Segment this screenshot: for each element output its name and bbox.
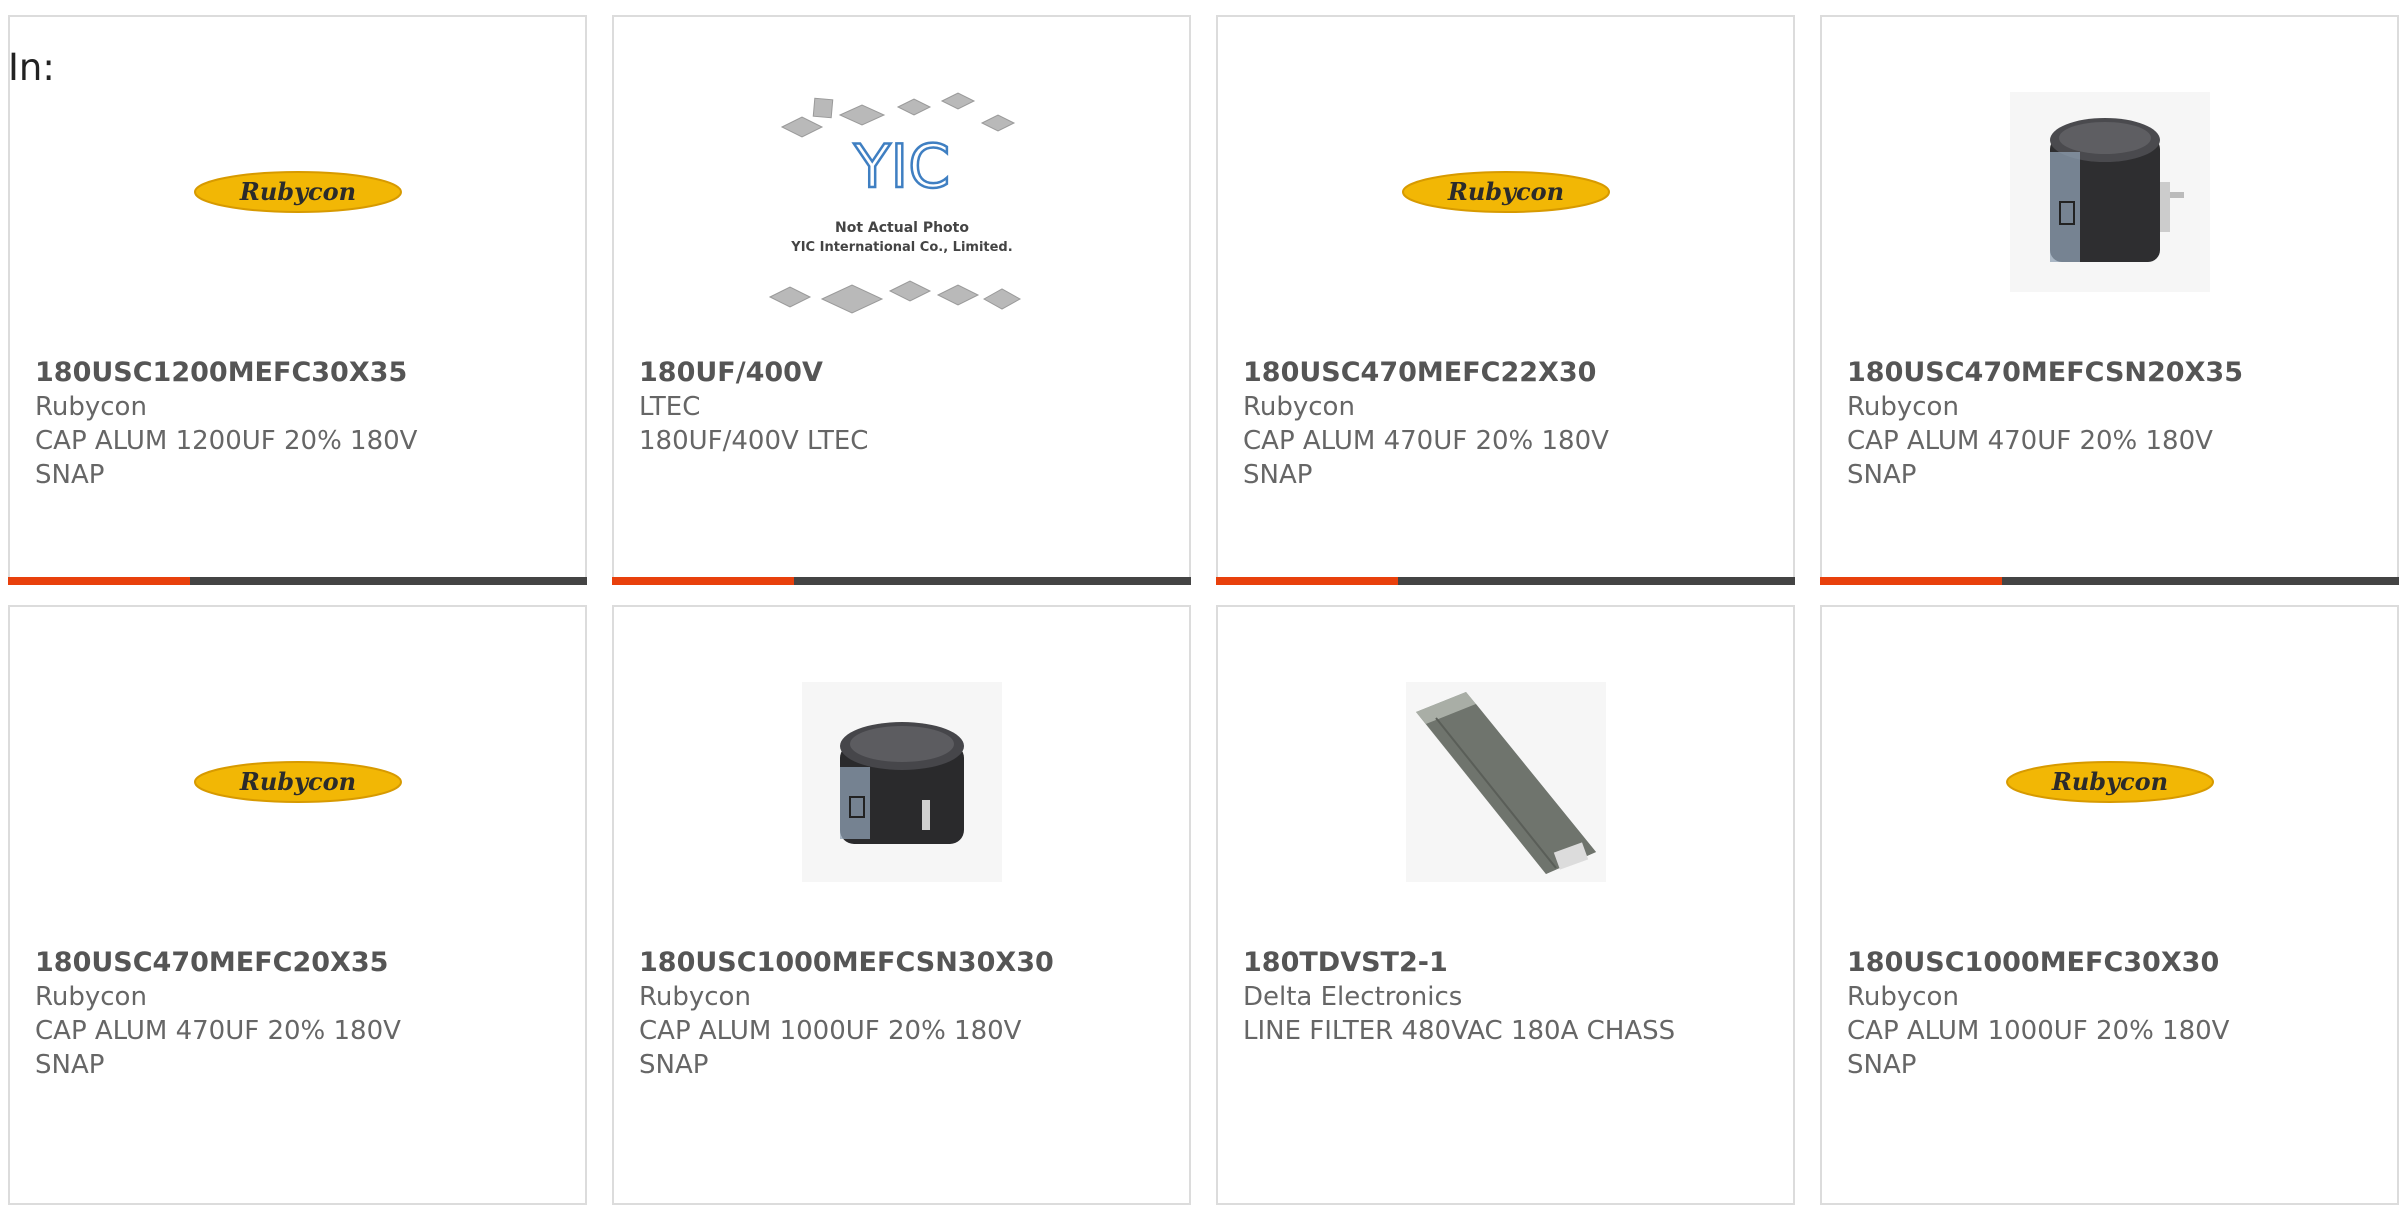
- product-image[interactable]: Rubycon: [1218, 72, 1793, 312]
- description: CAP ALUM 470UF 20% 180V SNAP: [1847, 426, 2213, 490]
- product-grid: Rubycon 180USC1200MEFC30X35 Rubycon CAP …: [0, 0, 2400, 1205]
- svg-text:Rubycon: Rubycon: [238, 177, 355, 206]
- product-image[interactable]: [614, 662, 1189, 902]
- part-number[interactable]: 180USC1000MEFC30X30: [1847, 946, 2377, 980]
- card-accent-bar: [8, 577, 587, 585]
- svg-text:Rubycon: Rubycon: [238, 767, 355, 796]
- part-number[interactable]: 180USC470MEFC20X35: [35, 946, 565, 980]
- product-image[interactable]: YIC Not Actual Photo YIC International C…: [614, 62, 1189, 362]
- description: CAP ALUM 470UF 20% 180V SNAP: [1243, 426, 1609, 490]
- product-card[interactable]: Rubycon 180USC470MEFC20X35 Rubycon CAP A…: [8, 605, 587, 1205]
- description: CAP ALUM 1200UF 20% 180V SNAP: [35, 426, 418, 490]
- part-number[interactable]: 180USC1200MEFC30X35: [35, 356, 565, 390]
- rubycon-logo: Rubycon: [1401, 171, 1610, 213]
- product-card[interactable]: Rubycon 180USC470MEFC22X30 Rubycon CAP A…: [1216, 15, 1795, 585]
- product-card[interactable]: 180TDVST2-1 Delta Electronics LINE FILTE…: [1216, 605, 1795, 1205]
- description: LINE FILTER 480VAC 180A CHASS: [1243, 1016, 1676, 1046]
- manufacturer: Rubycon: [35, 392, 147, 422]
- product-card[interactable]: Rubycon 180USC1200MEFC30X35 Rubycon CAP …: [8, 15, 587, 585]
- product-image[interactable]: Rubycon: [1822, 662, 2397, 902]
- manufacturer: Rubycon: [1243, 392, 1355, 422]
- description: 180UF/400V LTEC: [639, 426, 869, 456]
- svg-text:YIC International Co., Limited: YIC International Co., Limited.: [790, 240, 1012, 255]
- svg-text:YIC: YIC: [852, 132, 949, 202]
- line-filter-photo: [1405, 682, 1606, 882]
- capacitor-photo: [2009, 92, 2210, 292]
- product-image[interactable]: [1822, 72, 2397, 312]
- product-image[interactable]: Rubycon: [10, 662, 585, 902]
- part-number[interactable]: 180UF/400V: [639, 356, 1169, 390]
- part-number[interactable]: 180TDVST2-1: [1243, 946, 1773, 980]
- manufacturer: Rubycon: [1847, 982, 1959, 1012]
- capacitor-photo: [801, 682, 1002, 882]
- card-accent-bar: [1820, 577, 2399, 585]
- manufacturer: LTEC: [639, 392, 701, 422]
- manufacturer: Rubycon: [1847, 392, 1959, 422]
- product-image[interactable]: Rubycon: [10, 72, 585, 312]
- manufacturer: Rubycon: [35, 982, 147, 1012]
- rubycon-logo: Rubycon: [193, 761, 402, 803]
- not-actual-photo-placeholder: YIC Not Actual Photo YIC International C…: [768, 92, 1021, 314]
- description: CAP ALUM 470UF 20% 180V SNAP: [35, 1016, 401, 1080]
- card-accent-bar: [1216, 577, 1795, 585]
- description: CAP ALUM 1000UF 20% 180V SNAP: [1847, 1016, 2230, 1080]
- product-card[interactable]: 180USC1000MEFCSN30X30 Rubycon CAP ALUM 1…: [612, 605, 1191, 1205]
- part-number[interactable]: 180USC1000MEFCSN30X30: [639, 946, 1169, 980]
- rubycon-logo: Rubycon: [2005, 761, 2214, 803]
- part-number[interactable]: 180USC470MEFC22X30: [1243, 356, 1773, 390]
- svg-text:Not Actual Photo: Not Actual Photo: [835, 220, 969, 236]
- rubycon-logo: Rubycon: [193, 171, 402, 213]
- svg-text:Rubycon: Rubycon: [2050, 767, 2167, 796]
- product-card[interactable]: Rubycon 180USC1000MEFC30X30 Rubycon CAP …: [1820, 605, 2399, 1205]
- product-image[interactable]: [1218, 662, 1793, 902]
- filter-label: In:: [8, 46, 55, 89]
- svg-text:Rubycon: Rubycon: [1446, 177, 1563, 206]
- manufacturer: Rubycon: [639, 982, 751, 1012]
- product-card[interactable]: 180USC470MEFCSN20X35 Rubycon CAP ALUM 47…: [1820, 15, 2399, 585]
- part-number[interactable]: 180USC470MEFCSN20X35: [1847, 356, 2377, 390]
- card-accent-bar: [612, 577, 1191, 585]
- description: CAP ALUM 1000UF 20% 180V SNAP: [639, 1016, 1022, 1080]
- manufacturer: Delta Electronics: [1243, 982, 1463, 1012]
- product-card[interactable]: YIC Not Actual Photo YIC International C…: [612, 15, 1191, 585]
